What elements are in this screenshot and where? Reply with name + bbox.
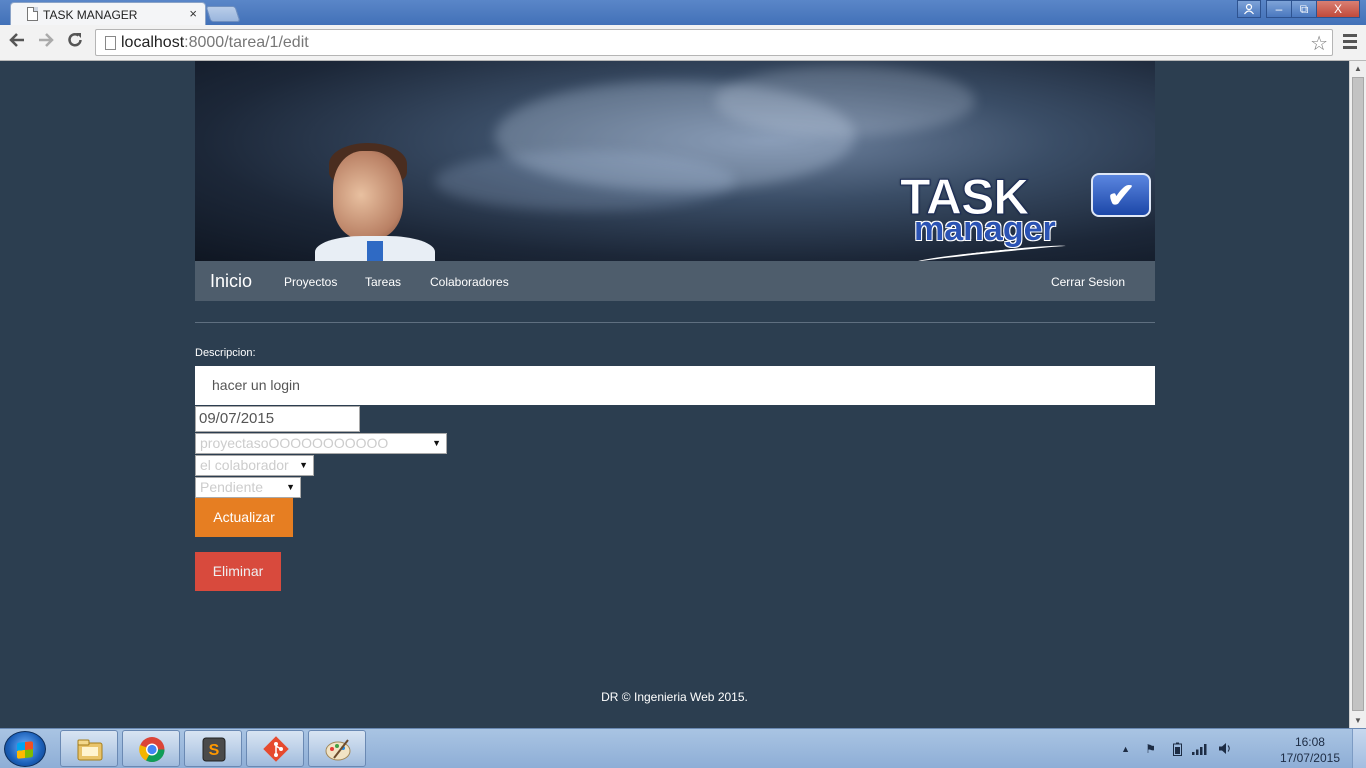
scroll-up-icon[interactable]: ▲ (1354, 64, 1362, 73)
colaborador-select-value: el colaborador (200, 457, 289, 473)
paint-icon (325, 739, 351, 761)
nav-link-cerrar-sesion[interactable]: Cerrar Sesion (1051, 275, 1125, 289)
git-icon (263, 736, 289, 762)
tab-close-icon[interactable]: × (189, 6, 197, 21)
smoke-effect (715, 66, 975, 136)
windows-taskbar: S ▲ ⚑ 16:08 17/07/2015 (0, 728, 1366, 768)
proyecto-select-value: proyectasoOOOOOOOOOOO (200, 435, 389, 451)
page-viewport: TASK manager ✔ Inicio Proyectos Tareas C… (0, 61, 1349, 728)
proyecto-select[interactable]: proyectasoOOOOOOOOOOO ▼ (195, 433, 447, 454)
sublime-text-icon: S (202, 737, 226, 762)
tab-title: TASK MANAGER (43, 8, 138, 22)
taskbar-sublime[interactable]: S (184, 730, 242, 767)
show-hidden-icons-icon[interactable]: ▲ (1121, 744, 1130, 754)
browser-toolbar: localhost:8000/tarea/1/edit ☆ (0, 25, 1366, 61)
restore-button[interactable]: ⧉ (1291, 0, 1317, 18)
nav-link-tareas[interactable]: Tareas (365, 275, 401, 289)
action-center-flag-icon[interactable]: ⚑ (1145, 742, 1156, 756)
actualizar-button[interactable]: Actualizar (195, 498, 293, 537)
show-desktop-button[interactable] (1352, 729, 1366, 768)
page-icon (27, 7, 38, 21)
nav-brand-inicio[interactable]: Inicio (210, 271, 252, 292)
smoke-effect (435, 151, 735, 211)
task-manager-logo: TASK manager ✔ (896, 172, 1151, 261)
battery-icon[interactable] (1173, 742, 1182, 759)
man-illustration (315, 141, 435, 261)
url-host: localhost (121, 34, 185, 51)
nav-link-colaboradores[interactable]: Colaboradores (430, 275, 509, 289)
taskbar-chrome[interactable] (122, 730, 180, 767)
eliminar-button[interactable]: Eliminar (195, 552, 281, 591)
svg-text:S: S (209, 742, 220, 759)
main-navbar: Inicio Proyectos Tareas Colaboradores Ce… (195, 261, 1155, 301)
clock-date: 17/07/2015 (1279, 751, 1340, 765)
window-controls: – ⧉ X (1237, 0, 1360, 18)
user-icon[interactable] (1237, 0, 1261, 18)
browser-titlebar: TASK MANAGER × – ⧉ X (0, 0, 1366, 25)
colaborador-select[interactable]: el colaborador ▼ (195, 455, 314, 476)
minimize-button[interactable]: – (1266, 0, 1292, 18)
back-arrow-icon[interactable] (8, 31, 26, 54)
estado-select-value: Pendiente (200, 479, 264, 495)
taskbar-git[interactable] (246, 730, 304, 767)
taskbar-clock[interactable]: 16:08 17/07/2015 (1280, 734, 1340, 766)
section-divider (195, 322, 1155, 323)
close-window-button[interactable]: X (1316, 0, 1360, 18)
page-footer: DR © Ingenieria Web 2015. (601, 690, 748, 704)
nav-link-proyectos[interactable]: Proyectos (284, 275, 337, 289)
descripcion-input[interactable]: hacer un login (195, 366, 1155, 405)
dropdown-arrow-icon: ▼ (286, 482, 295, 492)
scrollbar-thumb[interactable] (1352, 77, 1364, 711)
clock-time: 16:08 (1294, 735, 1325, 749)
descripcion-label: Descripcion: (195, 347, 256, 359)
header-banner: TASK manager ✔ (195, 61, 1155, 261)
reload-icon[interactable] (66, 31, 84, 54)
address-bar[interactable]: localhost:8000/tarea/1/edit ☆ (95, 29, 1333, 56)
scroll-down-icon[interactable]: ▼ (1354, 716, 1362, 725)
url-path: :8000/tarea/1/edit (184, 34, 309, 51)
start-button[interactable] (4, 731, 46, 767)
bookmark-star-icon[interactable]: ☆ (1310, 31, 1328, 56)
page-icon (105, 36, 116, 50)
new-tab-button[interactable] (205, 6, 241, 22)
logo-subtitle: manager (914, 210, 1056, 248)
dropdown-arrow-icon: ▼ (432, 438, 441, 448)
url-text: localhost:8000/tarea/1/edit (121, 34, 309, 52)
chrome-icon (139, 737, 165, 763)
network-signal-icon[interactable] (1192, 742, 1208, 758)
browser-tab[interactable]: TASK MANAGER × (10, 2, 206, 25)
estado-select[interactable]: Pendiente ▼ (195, 477, 301, 498)
browser-menu-icon[interactable] (1343, 34, 1357, 52)
volume-icon[interactable] (1218, 742, 1232, 758)
checkmark-icon: ✔ (1091, 173, 1151, 217)
taskbar-paint[interactable] (308, 730, 366, 767)
fecha-input[interactable]: 09/07/2015 (195, 406, 360, 432)
file-explorer-icon (77, 739, 103, 761)
page-scrollbar[interactable]: ▲ ▼ (1349, 61, 1366, 728)
dropdown-arrow-icon: ▼ (299, 460, 308, 470)
forward-arrow-icon[interactable] (37, 31, 55, 54)
taskbar-file-explorer[interactable] (60, 730, 118, 767)
